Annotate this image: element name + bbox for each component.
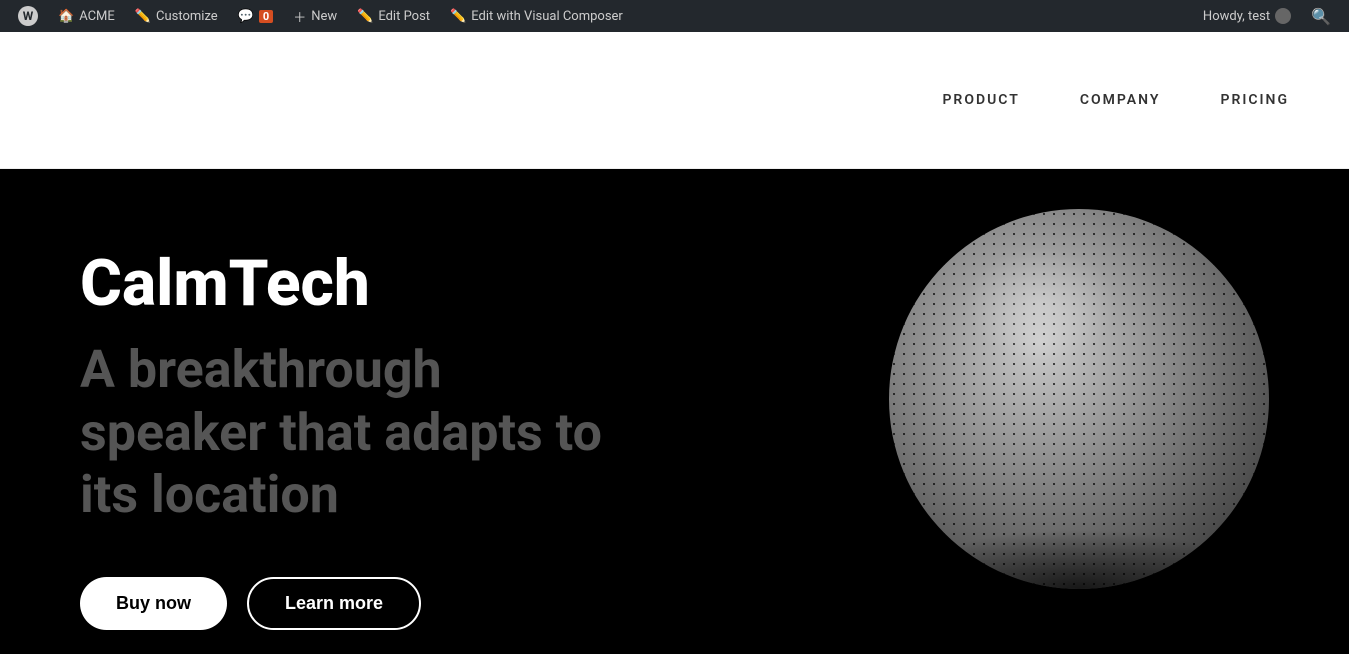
- plus-icon: ＋: [293, 7, 306, 26]
- acme-label: ACME: [79, 9, 115, 24]
- hero-title: CalmTech: [80, 249, 889, 319]
- visual-composer-label: Edit with Visual Composer: [471, 9, 623, 24]
- nav-item-product[interactable]: PRODUCT: [942, 92, 1019, 108]
- buy-now-button[interactable]: Buy now: [80, 577, 227, 630]
- comment-badge: 0: [259, 10, 273, 23]
- admin-bar: W 🏠 ACME ✏️ Customize 💬 0 ＋ New ✏️ Edit …: [0, 0, 1349, 32]
- edit-post-item[interactable]: ✏️ Edit Post: [347, 0, 440, 32]
- search-icon[interactable]: 🔍: [1301, 7, 1341, 26]
- nav-item-company[interactable]: COMPANY: [1080, 92, 1161, 108]
- hero-buttons: Buy now Learn more: [80, 577, 889, 630]
- comment-icon: 💬: [238, 9, 254, 24]
- acme-item[interactable]: 🏠 ACME: [48, 0, 125, 32]
- home-icon: 🏠: [58, 9, 74, 24]
- wp-logo-item[interactable]: W: [8, 0, 48, 32]
- visual-composer-item[interactable]: ✏️ Edit with Visual Composer: [440, 0, 633, 32]
- customize-label: Customize: [156, 9, 218, 24]
- new-label: New: [311, 9, 337, 24]
- speaker-graphic: [889, 209, 1269, 589]
- hero-speaker-image: [889, 209, 1269, 589]
- howdy-item[interactable]: Howdy, test: [1193, 0, 1301, 32]
- speaker-shadow: [889, 529, 1269, 589]
- new-item[interactable]: ＋ New: [283, 0, 347, 32]
- customize-item[interactable]: ✏️ Customize: [125, 0, 228, 32]
- hero-section: CalmTech A breakthrough speaker that ada…: [0, 169, 1349, 654]
- edit-post-label: Edit Post: [378, 9, 430, 24]
- comments-item[interactable]: 💬 0: [228, 0, 284, 32]
- wordpress-icon: W: [18, 6, 38, 26]
- speaker-highlight: [965, 247, 1117, 361]
- howdy-label: Howdy, test: [1203, 9, 1270, 24]
- customize-edit-icon: ✏️: [135, 9, 151, 24]
- site-header: PRODUCT COMPANY PRICING: [0, 32, 1349, 169]
- edit-post-icon: ✏️: [357, 9, 373, 24]
- hero-content: CalmTech A breakthrough speaker that ada…: [80, 229, 889, 630]
- hero-subtitle: A breakthrough speaker that adapts to it…: [80, 339, 640, 526]
- avatar-icon: [1275, 8, 1291, 24]
- nav-item-pricing[interactable]: PRICING: [1220, 92, 1289, 108]
- site-nav: PRODUCT COMPANY PRICING: [942, 92, 1289, 108]
- visual-composer-edit-icon: ✏️: [450, 9, 466, 24]
- learn-more-button[interactable]: Learn more: [247, 577, 421, 630]
